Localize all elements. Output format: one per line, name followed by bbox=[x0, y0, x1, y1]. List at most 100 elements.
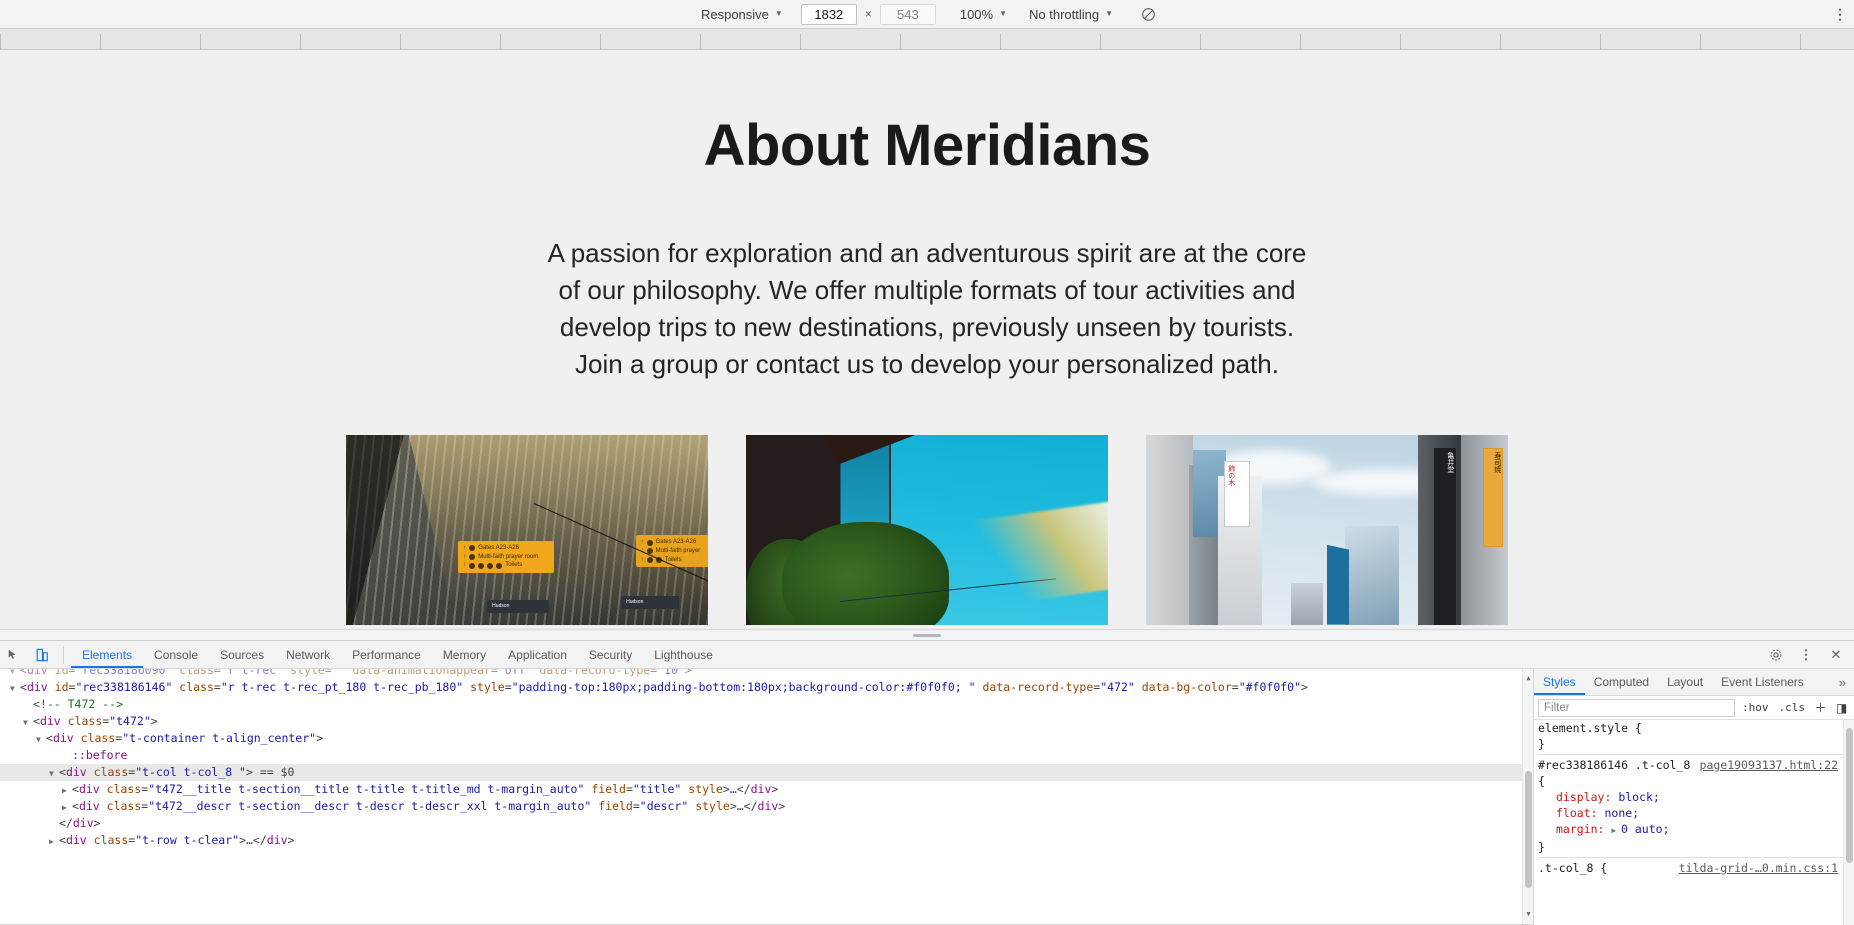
devtools-tab-network[interactable]: Network bbox=[275, 641, 341, 668]
styles-scroll-thumb[interactable] bbox=[1846, 728, 1853, 863]
dom-token-val: "t-container t-align_center" bbox=[122, 731, 317, 745]
devtools-close-button[interactable]: ✕ bbox=[1822, 642, 1850, 668]
devtools-tab-performance[interactable]: Performance bbox=[341, 641, 432, 668]
expand-triangle-down-icon[interactable]: ▼ bbox=[23, 714, 33, 731]
retail-sign-right: Hudson bbox=[621, 596, 680, 610]
scroll-thumb[interactable] bbox=[1525, 771, 1532, 889]
add-style-rule-button[interactable]: ＋ bbox=[1812, 699, 1829, 716]
viewport-ruler bbox=[0, 29, 1854, 50]
dom-tree-node[interactable]: ▶::before bbox=[0, 747, 1533, 764]
dom-tree-node[interactable]: ▶<!-- T472 --> bbox=[0, 696, 1533, 713]
style-property-name[interactable]: float: bbox=[1538, 806, 1604, 820]
devtools-more-button[interactable]: ⋮ bbox=[1792, 642, 1820, 668]
devtools-tabbar: Elements Console Sources Network Performance… bbox=[0, 641, 1854, 669]
blue-sky-tram-photo bbox=[746, 434, 1108, 625]
dom-token-attr: class bbox=[99, 782, 142, 796]
scroll-down-icon[interactable]: ▼ bbox=[1524, 906, 1533, 923]
expand-triangle-right-icon[interactable]: ▶ bbox=[62, 782, 72, 799]
style-rule-selector[interactable]: .t-col_8 { bbox=[1538, 860, 1607, 876]
dom-token-val: "r t-rec" bbox=[220, 669, 284, 677]
devtools-tab-console[interactable]: Console bbox=[143, 641, 209, 668]
rotate-device-button[interactable] bbox=[1135, 3, 1161, 25]
dom-tree-node[interactable]: ▶ <div class="t472__title t-section__titl… bbox=[0, 781, 1533, 798]
dom-token-punc: > bbox=[316, 731, 324, 745]
dom-tree-node[interactable]: ▶</div> bbox=[0, 815, 1533, 832]
inspect-element-button[interactable] bbox=[0, 642, 28, 668]
dom-tree-node[interactable]: ▶ <div class="t-row t-clear">…</div> bbox=[0, 832, 1533, 849]
viewport-width-input[interactable]: 1832 bbox=[800, 3, 857, 25]
toggle-sidebar-button[interactable]: ◨ bbox=[1833, 701, 1850, 715]
dom-tree[interactable]: ▼ <div id="rec338186090" class="r t-rec" … bbox=[0, 669, 1533, 924]
dom-tree-node[interactable]: ▶ <div class="t472__descr t-section__desc… bbox=[0, 798, 1533, 815]
gallery-image-sky[interactable] bbox=[746, 434, 1108, 625]
expand-triangle-down-icon[interactable]: ▼ bbox=[36, 731, 46, 748]
throttling-label: No throttling bbox=[1029, 6, 1100, 22]
dom-token-punc: = bbox=[324, 669, 332, 677]
dom-tree-node[interactable]: ▼ <div id="rec338186090" class="r t-rec" … bbox=[0, 669, 1533, 679]
devtools-tab-application[interactable]: Application bbox=[497, 641, 578, 668]
styles-tab-computed[interactable]: Computed bbox=[1585, 669, 1658, 695]
style-rule-selector[interactable]: element.style { bbox=[1538, 720, 1642, 736]
styles-tab-layout[interactable]: Layout bbox=[1658, 669, 1712, 695]
dom-tree-scrollbar[interactable]: ▲ ▼ bbox=[1522, 669, 1533, 924]
dom-token-attr: class bbox=[172, 669, 214, 677]
sign-line-prayer: Multi-faith prayer room bbox=[478, 553, 539, 560]
style-property-name[interactable]: margin: bbox=[1538, 822, 1611, 836]
devtools-tab-elements[interactable]: Elements bbox=[71, 641, 143, 668]
japanese-sign-text-dark: 亀井堂 bbox=[1446, 451, 1455, 473]
devtools-tab-lighthouse[interactable]: Lighthouse bbox=[643, 641, 724, 668]
ruler-tick bbox=[800, 34, 801, 49]
style-property-value[interactable]: block; bbox=[1618, 790, 1660, 804]
sign-line-gates: Gates A23-A26 bbox=[478, 545, 519, 552]
dom-token-punc: > bbox=[150, 714, 158, 728]
devtools-tab-memory[interactable]: Memory bbox=[432, 641, 497, 668]
dom-tree-node[interactable]: ▼ <div class="t-col t-col_8 "> == $0 bbox=[0, 764, 1533, 781]
dom-tree-node[interactable]: ▼ <div class="t472"> bbox=[0, 713, 1533, 730]
devtools-tab-sources[interactable]: Sources bbox=[209, 641, 275, 668]
emulated-page-viewport[interactable]: About Meridians A passion for exploratio… bbox=[0, 50, 1854, 630]
dom-token-val: "t472" bbox=[109, 714, 151, 728]
device-toolbar-more-button[interactable]: ⋮ bbox=[1830, 7, 1850, 21]
style-rule-close-brace: } bbox=[1538, 737, 1545, 751]
style-declaration[interactable]: float: none; bbox=[1538, 805, 1854, 821]
style-rule[interactable]: #rec338186146 .t-col_8 page19093137.html:… bbox=[1538, 757, 1854, 855]
style-rule-source-link[interactable]: page19093137.html:22 bbox=[1700, 757, 1854, 773]
style-declaration[interactable]: margin: ▶ 0 auto; bbox=[1538, 821, 1854, 839]
styles-more-tabs-button[interactable]: » bbox=[1831, 675, 1854, 690]
element-classes-button[interactable]: .cls bbox=[1776, 701, 1809, 714]
style-property-name[interactable]: display: bbox=[1538, 790, 1618, 804]
toggle-device-toolbar-button[interactable] bbox=[28, 642, 56, 668]
style-rule-source-link[interactable]: tilda-grid-…0.min.css:1 bbox=[1679, 860, 1854, 876]
expand-triangle-right-icon[interactable]: ▶ bbox=[62, 799, 72, 816]
style-property-value[interactable]: 0 auto; bbox=[1621, 822, 1669, 836]
device-preset-select[interactable]: Responsive ▼ bbox=[693, 5, 791, 24]
dom-tree-node[interactable]: ▼ <div class="t-container t-align_center"… bbox=[0, 730, 1533, 747]
styles-tab-event-listeners[interactable]: Event Listeners bbox=[1712, 669, 1813, 695]
style-rule[interactable]: .t-col_8 { tilda-grid-…0.min.css:1 bbox=[1538, 860, 1854, 876]
expand-triangle-down-icon[interactable]: ▼ bbox=[10, 680, 20, 697]
expand-triangle-down-icon[interactable]: ▼ bbox=[10, 669, 20, 679]
style-declaration[interactable]: display: block; bbox=[1538, 789, 1854, 805]
expand-triangle-down-icon[interactable]: ▼ bbox=[49, 765, 59, 782]
expand-shorthand-icon[interactable]: ▶ bbox=[1611, 826, 1621, 835]
style-rule[interactable]: element.style {} bbox=[1538, 720, 1854, 752]
throttling-select[interactable]: No throttling ▼ bbox=[1021, 5, 1121, 24]
devtools-tab-security[interactable]: Security bbox=[578, 641, 643, 668]
style-rule-selector[interactable]: #rec338186146 .t-col_8 bbox=[1538, 757, 1690, 773]
styles-rules-list[interactable]: element.style {} #rec338186146 .t-col_8 pa… bbox=[1534, 720, 1854, 925]
dom-token-punc: > bbox=[93, 816, 101, 830]
zoom-select[interactable]: 100% ▼ bbox=[952, 5, 1015, 24]
devtools-resize-handle[interactable] bbox=[0, 630, 1854, 641]
style-property-value[interactable]: none; bbox=[1604, 806, 1639, 820]
devtools-settings-button[interactable] bbox=[1762, 642, 1790, 668]
viewport-height-input[interactable]: 543 bbox=[879, 3, 936, 25]
gallery-image-airport[interactable]: ↑ Gates A23-A26 ↑ Multi-faith prayer room … bbox=[346, 434, 708, 625]
scroll-up-icon[interactable]: ▲ bbox=[1524, 670, 1533, 687]
styles-filter-input[interactable]: Filter bbox=[1538, 698, 1735, 717]
styles-scrollbar[interactable] bbox=[1843, 720, 1854, 925]
styles-tab-styles[interactable]: Styles bbox=[1534, 669, 1585, 695]
gallery-image-city[interactable]: 飾の木 亀井堂 寿司焼 bbox=[1146, 434, 1508, 625]
force-state-button[interactable]: :hov bbox=[1739, 701, 1772, 714]
dom-tree-node[interactable]: ▼ <div id="rec338186146" class="r t-rec t… bbox=[0, 679, 1533, 696]
expand-triangle-right-icon[interactable]: ▶ bbox=[49, 833, 59, 850]
